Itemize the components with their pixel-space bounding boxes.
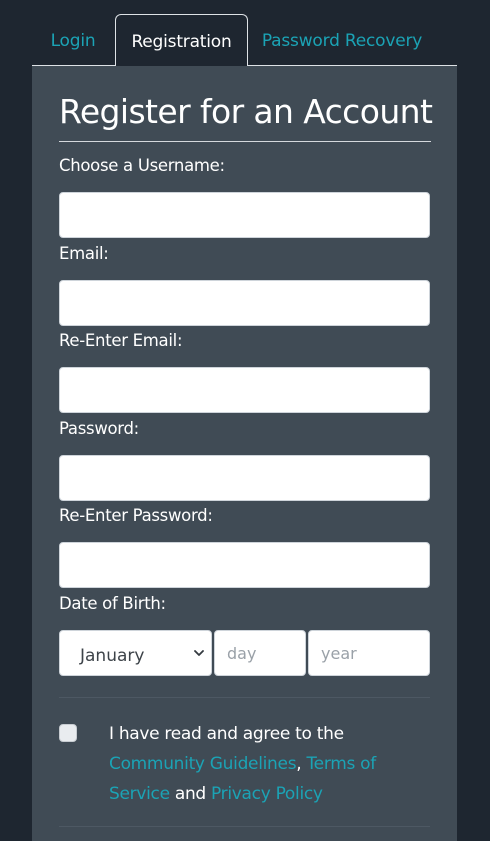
tab-password-recovery[interactable]: Password Recovery [260, 14, 424, 66]
agree-comma: , [296, 754, 307, 774]
agree-prefix: I have read and agree to the [109, 724, 344, 744]
reenter-email-label: Re-Enter Email: [59, 331, 183, 350]
tab-login[interactable]: Login [42, 14, 104, 66]
auth-tabs: Login Registration Password Recovery [32, 14, 457, 67]
divider [59, 697, 430, 698]
community-guidelines-link[interactable]: Community Guidelines [109, 754, 297, 774]
reenter-password-input[interactable] [59, 542, 430, 588]
password-input[interactable] [59, 455, 430, 501]
email-label: Email: [59, 244, 109, 263]
registration-panel: Register for an Account Choose a Usernam… [32, 66, 457, 841]
birth-day-input[interactable] [214, 630, 306, 676]
agree-checkbox[interactable] [59, 724, 77, 742]
chevron-down-icon [194, 650, 204, 656]
privacy-policy-link[interactable]: Privacy Policy [211, 784, 323, 804]
agree-and: and [169, 784, 212, 804]
password-label: Password: [59, 419, 139, 438]
birth-month-select[interactable]: January [59, 630, 212, 676]
username-label: Choose a Username: [59, 156, 225, 175]
birth-month-value: January [80, 646, 145, 666]
birth-year-input[interactable] [308, 630, 430, 676]
agree-text: I have read and agree to the Community G… [109, 719, 429, 809]
date-of-birth-label: Date of Birth: [59, 594, 166, 613]
username-input[interactable] [59, 192, 430, 238]
registration-page: Login Registration Password Recovery Reg… [0, 0, 490, 841]
page-title: Register for an Account [59, 90, 433, 142]
reenter-email-input[interactable] [59, 367, 430, 413]
divider [59, 826, 430, 827]
email-input[interactable] [59, 280, 430, 326]
tab-registration[interactable]: Registration [115, 14, 248, 67]
reenter-password-label: Re-Enter Password: [59, 506, 213, 525]
